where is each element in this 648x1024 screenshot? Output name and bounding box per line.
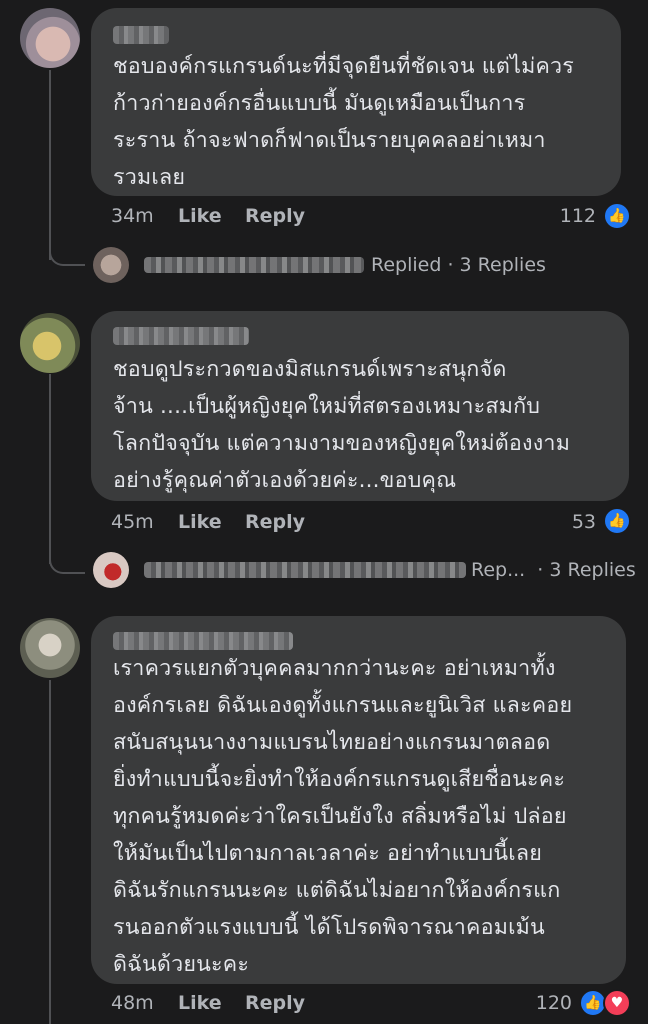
commenter-name[interactable] (113, 26, 169, 44)
reply-button[interactable]: Reply (245, 992, 305, 1014)
reply-avatar[interactable] (93, 247, 129, 283)
commenter-name[interactable] (113, 327, 249, 345)
thread-line-3 (49, 680, 51, 1024)
comment-bubble: เราควรแยกตัวบุคคลมากกว่านะคะ อย่าเหมาทั้… (91, 616, 626, 984)
comment-bubble: ชอบองค์กรแกรนด์นะที่มีจุดยืนที่ชัดเจน แต… (91, 8, 621, 196)
comment-text: ชอบดูประกวดของมิสแกรนด์เพราะสนุกจัด จ้าน… (113, 357, 571, 493)
reaction-count[interactable]: 120 (510, 992, 572, 1014)
replied-status: Replied (371, 254, 442, 276)
comment-text: ชอบองค์กรแกรนด์นะที่มีจุดยืนที่ชัดเจน แต… (113, 54, 575, 190)
thumbs-up-icon[interactable]: 👍 (603, 202, 631, 230)
avatar[interactable] (20, 618, 80, 678)
like-button[interactable]: Like (178, 511, 222, 533)
comment-text: เราควรแยกตัวบุคคลมากกว่านะคะ อย่าเหมาทั้… (113, 656, 573, 977)
commenter-name[interactable] (113, 632, 293, 650)
comment-bubble: ชอบดูประกวดของมิสแกรนด์เพราะสนุกจัด จ้าน… (91, 311, 629, 501)
replies-count: · 3 Replies (537, 559, 636, 581)
comment-time[interactable]: 48m (111, 992, 154, 1014)
reply-avatar[interactable] (93, 552, 129, 588)
replier-name[interactable] (144, 257, 364, 273)
replied-status: Rep... (471, 559, 526, 581)
view-replies-link[interactable]: Replied · 3 Replies (371, 254, 546, 276)
heart-icon[interactable]: ♥ (603, 989, 631, 1017)
reply-connector-2 (49, 540, 85, 574)
avatar[interactable] (20, 8, 80, 68)
avatar[interactable] (20, 313, 80, 373)
replies-count: · 3 Replies (447, 254, 546, 276)
reaction-count[interactable]: 112 (540, 205, 596, 227)
comment-time[interactable]: 45m (111, 511, 154, 533)
comment-time[interactable]: 34m (111, 205, 154, 227)
thread-line-2 (49, 374, 51, 564)
reply-connector-1 (49, 230, 85, 266)
thumbs-up-icon[interactable]: 👍 (603, 507, 631, 535)
like-button[interactable]: Like (178, 992, 222, 1014)
reaction-count[interactable]: 53 (540, 511, 596, 533)
reply-button[interactable]: Reply (245, 205, 305, 227)
reply-button[interactable]: Reply (245, 511, 305, 533)
view-replies-link[interactable]: Rep... · 3 Replies (471, 559, 636, 581)
replier-name[interactable] (144, 562, 466, 578)
like-button[interactable]: Like (178, 205, 222, 227)
